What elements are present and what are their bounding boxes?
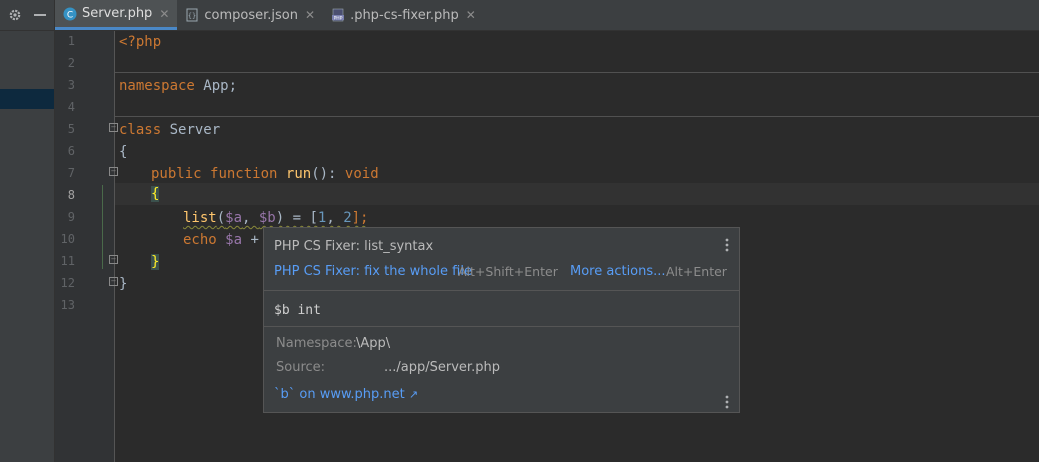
close-icon[interactable]: ✕ [466, 8, 476, 22]
keyword: namespace [119, 78, 195, 94]
return-type: void [344, 166, 379, 182]
method-separator [115, 72, 1039, 73]
line-number: 7 [67, 166, 75, 180]
scope-indicator [102, 185, 103, 269]
fix-shortcut-hint: Alt+Shift+Enter [458, 264, 558, 279]
line-number: 9 [67, 210, 75, 224]
punctuation: ( [216, 210, 226, 226]
matched-brace: } [151, 254, 160, 270]
punctuation: (): [311, 166, 345, 182]
namespace-value: \App\ [356, 336, 391, 351]
popup-divider [264, 290, 739, 291]
editor-tab-bar: C Server.php ✕ {} composer.json ✕ PHP .p… [55, 0, 1039, 31]
svg-text:C: C [67, 10, 73, 20]
line-number: 4 [67, 100, 75, 114]
doc-signature: $b int [274, 303, 321, 318]
tab-server-php[interactable]: C Server.php ✕ [55, 0, 178, 30]
operator: + [242, 232, 259, 248]
external-doc-link-label: `b` on www.php.net [274, 387, 405, 402]
code-line-11: } [151, 251, 160, 273]
line-number: 12 [60, 276, 75, 290]
line-number: 5 [67, 122, 75, 136]
line-number: 2 [67, 56, 75, 70]
svg-text:{}: {} [188, 12, 196, 20]
code-line-3: namespace App; [119, 75, 237, 97]
tab-php-cs-fixer[interactable]: PHP .php-cs-fixer.php ✕ [323, 0, 484, 30]
class-name: Server [161, 122, 221, 138]
php-file-icon: PHP [331, 8, 345, 22]
tab-composer-json[interactable]: {} composer.json ✕ [177, 0, 323, 30]
more-vertical-icon[interactable] [725, 395, 729, 409]
line-number: 6 [67, 144, 75, 158]
number: 2 [343, 210, 352, 226]
tab-label: Server.php [82, 6, 153, 21]
variable: $a [216, 232, 243, 248]
external-link-icon: ↗ [408, 388, 419, 401]
code-line-10: echo $a + [183, 229, 259, 251]
line-number: 1 [67, 34, 75, 48]
tab-label: composer.json [204, 7, 298, 23]
class-icon: C [63, 7, 77, 21]
code-line-9: list($a, $b) = [1, 2]; [183, 207, 368, 229]
code-line-8: { [151, 183, 160, 205]
variable: $a [225, 210, 243, 226]
selected-tree-item[interactable] [0, 89, 54, 109]
tool-window-strip [0, 0, 55, 462]
svg-text:PHP: PHP [334, 15, 343, 21]
more-vertical-icon[interactable] [725, 238, 729, 252]
keyword: echo [183, 232, 217, 248]
line-number-current: 8 [67, 188, 75, 202]
fix-whole-file-link[interactable]: PHP CS Fixer: fix the whole file [274, 264, 472, 279]
current-line-highlight [115, 183, 1039, 205]
keyword: public [151, 166, 202, 182]
code-line-6: { [119, 141, 127, 163]
brace: } [119, 276, 128, 292]
line-number: 3 [67, 78, 75, 92]
namespace-label: Namespace: [276, 336, 357, 351]
punctuation: , [326, 210, 344, 226]
tool-window-header [0, 0, 54, 31]
close-icon[interactable]: ✕ [159, 7, 169, 21]
inspection-title: PHP CS Fixer: list_syntax [274, 239, 434, 254]
punctuation: ) = [ [275, 210, 318, 226]
line-number: 10 [60, 232, 75, 246]
keyword: class [119, 122, 162, 138]
code-line-7: public function run(): void [151, 163, 379, 185]
code-line-12: } [119, 273, 127, 295]
php-open-tag: <?php [119, 34, 162, 50]
brace: { [119, 144, 128, 160]
method-separator [115, 116, 1039, 117]
line-number-gutter[interactable]: 1 2 3 4 5 6 7 8 9 10 11 12 13 − − − − [55, 31, 118, 462]
tab-label: .php-cs-fixer.php [350, 7, 459, 23]
inspection-warning[interactable]: list($a, $b) = [1, 2]; [119, 210, 368, 226]
identifier: App; [194, 78, 238, 94]
variable: $b [258, 210, 276, 226]
popup-divider [264, 326, 739, 327]
line-number: 13 [60, 298, 75, 312]
source-value: .../app/Server.php [384, 360, 500, 375]
code-line-1: <?php [119, 31, 161, 53]
keyword: function [210, 166, 278, 182]
punctuation: , [242, 210, 259, 226]
function-name: list [183, 210, 217, 226]
punctuation: ]; [351, 210, 369, 226]
function-name: run [285, 166, 312, 182]
close-icon[interactable]: ✕ [305, 8, 315, 22]
inspection-popup: PHP CS Fixer: list_syntax PHP CS Fixer: … [263, 227, 740, 413]
more-actions-link[interactable]: More actions... [570, 264, 666, 279]
minimize-icon[interactable] [31, 6, 49, 24]
gear-icon[interactable] [6, 6, 24, 24]
source-label: Source: [276, 360, 326, 375]
more-actions-shortcut-hint: Alt+Enter [666, 264, 727, 279]
json-file-icon: {} [185, 8, 199, 22]
matched-brace: { [151, 186, 160, 202]
external-doc-link[interactable]: `b` on www.php.net ↗ [274, 387, 418, 402]
code-line-5: class Server [119, 119, 220, 141]
line-number: 11 [60, 254, 75, 268]
